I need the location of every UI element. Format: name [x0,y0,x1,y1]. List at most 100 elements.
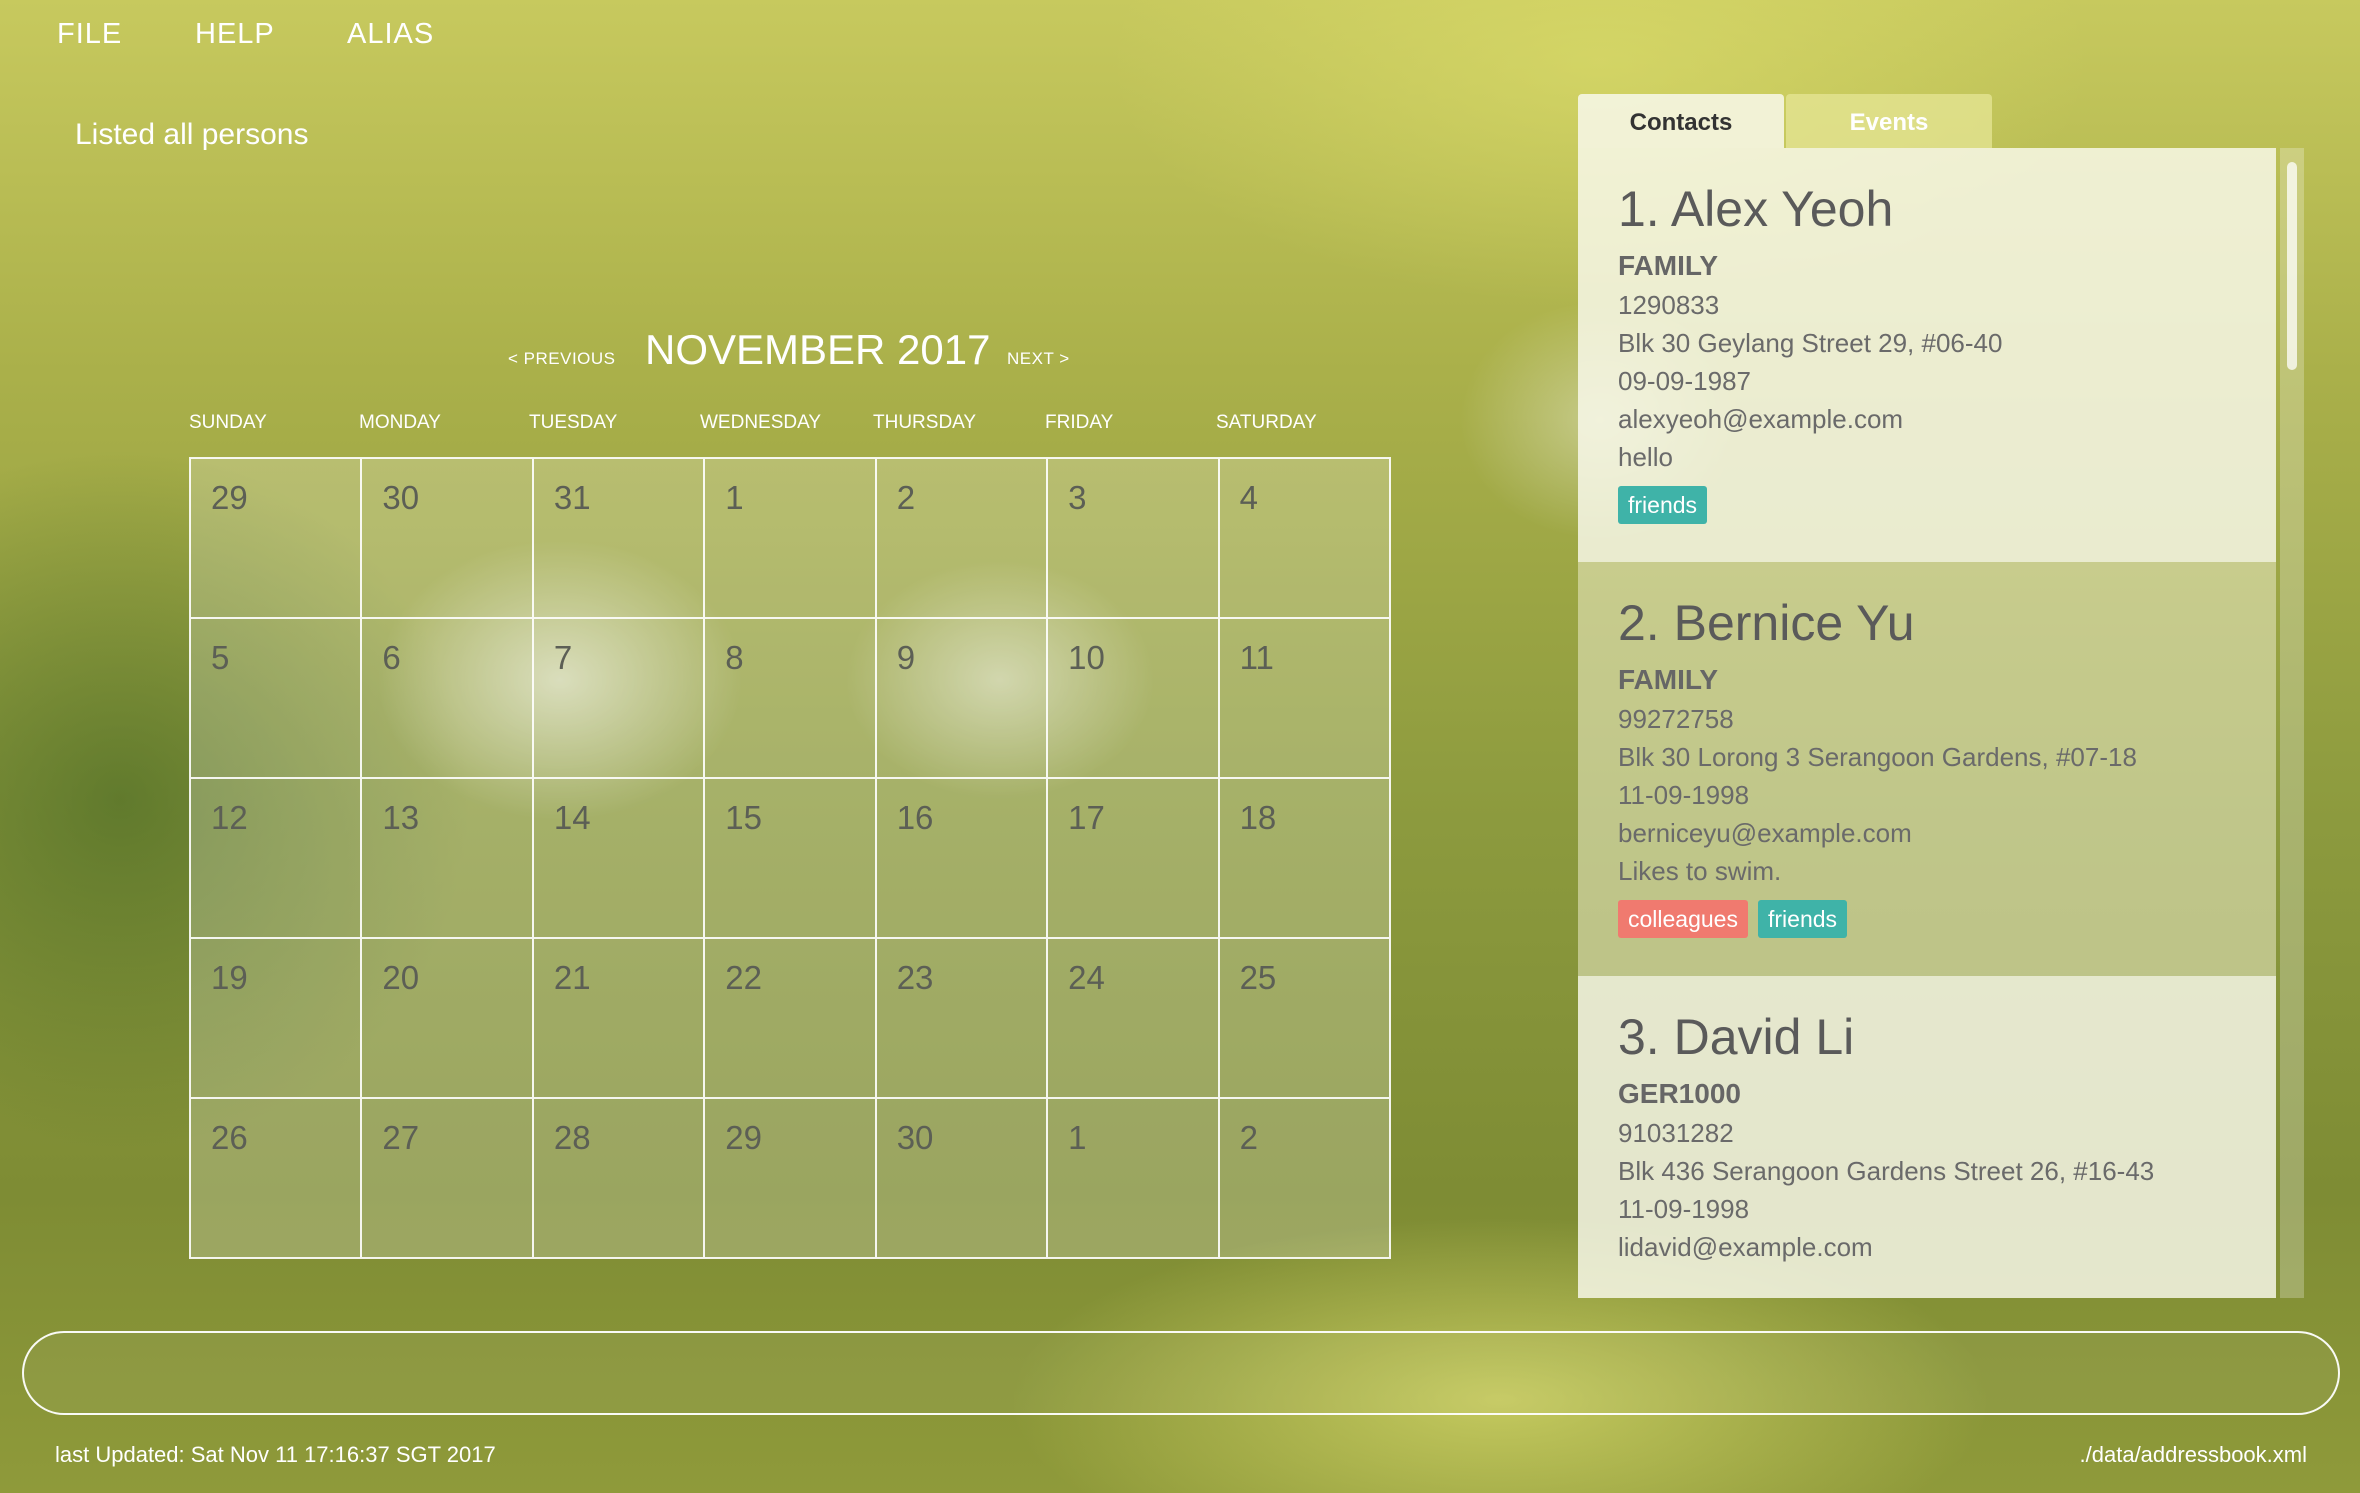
calendar-date-number: 13 [382,799,420,836]
contact-phone: 1290833 [1618,290,1720,320]
calendar-day-cell[interactable]: 15 [704,778,876,938]
contact-card[interactable]: 1. Alex Yeoh FAMILY 1290833 Blk 30 Geyla… [1578,148,2276,562]
calendar-day-cell[interactable]: 12 [190,778,362,938]
calendar-month-title: NOVEMBER 2017 [645,326,991,373]
calendar-day-cell[interactable]: 13 [361,778,533,938]
calendar-day-cell[interactable]: 8 [704,618,876,778]
calendar-day-cell[interactable]: 5 [190,618,362,778]
contact-birthday: 09-09-1987 [1618,366,1751,396]
calendar-day-cell[interactable]: 9 [875,618,1048,778]
menu-alias[interactable]: ALIAS [347,18,434,51]
contact-phone: 91031282 [1618,1118,1734,1148]
calendar-day-cell[interactable]: 4 [1218,458,1390,618]
calendar-date-number: 21 [553,959,591,996]
calendar-date-number: 22 [725,959,762,996]
calendar-weekday-header: SUNDAY MONDAY TUESDAY WEDNESDAY THURSDAY… [189,412,1389,436]
contact-list[interactable]: 1. Alex Yeoh FAMILY 1290833 Blk 30 Geyla… [1578,148,2278,1298]
calendar-day-cell[interactable]: 25 [1218,938,1390,1098]
calendar-next-button[interactable]: NEXT > [1007,349,1070,369]
calendar-date-number: 5 [211,639,230,676]
calendar-date-number: 4 [1239,479,1258,516]
contact-email: lidavid@example.com [1618,1232,1873,1262]
scrollbar-thumb[interactable] [2287,162,2297,370]
calendar-day-cell[interactable]: 2 [875,458,1048,618]
contact-birthday: 11-09-1998 [1618,1194,1750,1224]
calendar-day-cell[interactable]: 30 [875,1098,1048,1258]
weekday-label: MONDAY [359,412,441,433]
contact-birthday: 11-09-1998 [1618,780,1750,810]
calendar-date-number: 30 [382,479,420,516]
calendar-date-number: 29 [725,1119,762,1156]
calendar-grid: 29 30 31 1 2 3 4 5 6 7 8 9 10 11 12 13 14 15 16 17 18 19 20 21 2… [189,457,1391,1259]
calendar-day-cell[interactable]: 31 [532,458,705,618]
calendar-date-number: 29 [211,479,248,516]
calendar-date-number: 25 [1239,959,1277,996]
weekday-label: TUESDAY [529,412,618,433]
calendar-date-number: 7 [553,639,573,676]
weekday-label: THURSDAY [873,412,977,433]
save-file-path: ./data/addressbook.xml [2079,1442,2307,1467]
calendar-day-cell[interactable]: 29 [704,1098,876,1258]
calendar-day-cell[interactable]: 1 [1047,1098,1219,1258]
command-box[interactable] [22,1331,2340,1415]
contact-phone: 99272758 [1618,704,1734,734]
calendar-date-number: 2 [896,479,916,516]
calendar-day-cell[interactable]: 26 [190,1098,362,1258]
calendar-date-number: 18 [1239,799,1277,836]
calendar-date-number: 19 [211,959,248,996]
contact-list-scrollbar[interactable] [2280,148,2304,1298]
result-display: Listed all persons [75,118,309,151]
menu-help[interactable]: HELP [195,18,275,51]
calendar-day-cell[interactable]: 29 [190,458,362,618]
calendar-day-cell[interactable]: 21 [532,938,705,1098]
calendar-date-number: 27 [382,1119,420,1156]
calendar-date-number: 3 [1068,479,1087,516]
command-input[interactable] [64,1351,2288,1397]
calendar-date-number: 11 [1239,639,1274,676]
tab-events[interactable]: Events [1786,94,1992,148]
calendar-previous-button[interactable]: < PREVIOUS [508,349,616,369]
calendar-day-cell[interactable]: 7 [532,618,705,778]
calendar-date-number: 2 [1239,1119,1258,1156]
calendar-day-cell[interactable]: 18 [1218,778,1390,938]
calendar-day-cell[interactable]: 11 [1218,618,1390,778]
calendar-day-cell[interactable]: 23 [875,938,1048,1098]
tag-badge: friends [1618,486,1708,524]
contact-email: berniceyu@example.com [1618,818,1912,848]
contact-group: FAMILY [1618,664,1719,695]
calendar-date-number: 17 [1068,799,1105,836]
contact-card[interactable]: 2. Bernice Yu FAMILY 99272758 Blk 30 Lor… [1578,562,2276,976]
calendar-day-cell[interactable]: 17 [1047,778,1219,938]
calendar-date-number: 26 [211,1119,248,1156]
tag-badge: colleagues [1618,900,1748,938]
calendar-day-cell[interactable]: 30 [361,458,533,618]
calendar-day-cell[interactable]: 20 [361,938,533,1098]
calendar-day-cell[interactable]: 3 [1047,458,1219,618]
calendar-day-cell[interactable]: 22 [704,938,876,1098]
calendar-day-cell[interactable]: 27 [361,1098,533,1258]
menu-file[interactable]: FILE [57,18,122,51]
calendar-date-number: 10 [1068,639,1105,676]
calendar-date-number: 12 [211,799,248,836]
tag-badge: friends [1758,900,1848,938]
tab-contacts[interactable]: Contacts [1578,94,1784,148]
contact-name: 3. David Li [1618,1009,1855,1065]
contact-group: FAMILY [1618,250,1719,281]
calendar-day-cell[interactable]: 19 [190,938,362,1098]
calendar-day-cell[interactable]: 6 [361,618,533,778]
calendar-day-cell[interactable]: 28 [532,1098,705,1258]
calendar-day-cell[interactable]: 2 [1218,1098,1390,1258]
calendar-date-number: 31 [553,479,591,516]
contact-email: alexyeoh@example.com [1618,404,1904,434]
calendar-day-cell[interactable]: 16 [875,778,1048,938]
calendar-day-cell[interactable]: 10 [1047,618,1219,778]
contact-card[interactable]: 3. David Li GER1000 91031282 Blk 436 Ser… [1578,976,2276,1298]
weekday-label: WEDNESDAY [700,412,822,433]
calendar-day-cell[interactable]: 1 [704,458,876,618]
contact-name: 1. Alex Yeoh [1618,181,1894,237]
calendar-day-cell[interactable]: 24 [1047,938,1219,1098]
contact-group: GER1000 [1618,1078,1741,1109]
calendar-day-cell[interactable]: 14 [532,778,705,938]
weekday-label: SUNDAY [189,412,267,433]
contact-address: Blk 30 Geylang Street 29, #06-40 [1618,328,2003,358]
